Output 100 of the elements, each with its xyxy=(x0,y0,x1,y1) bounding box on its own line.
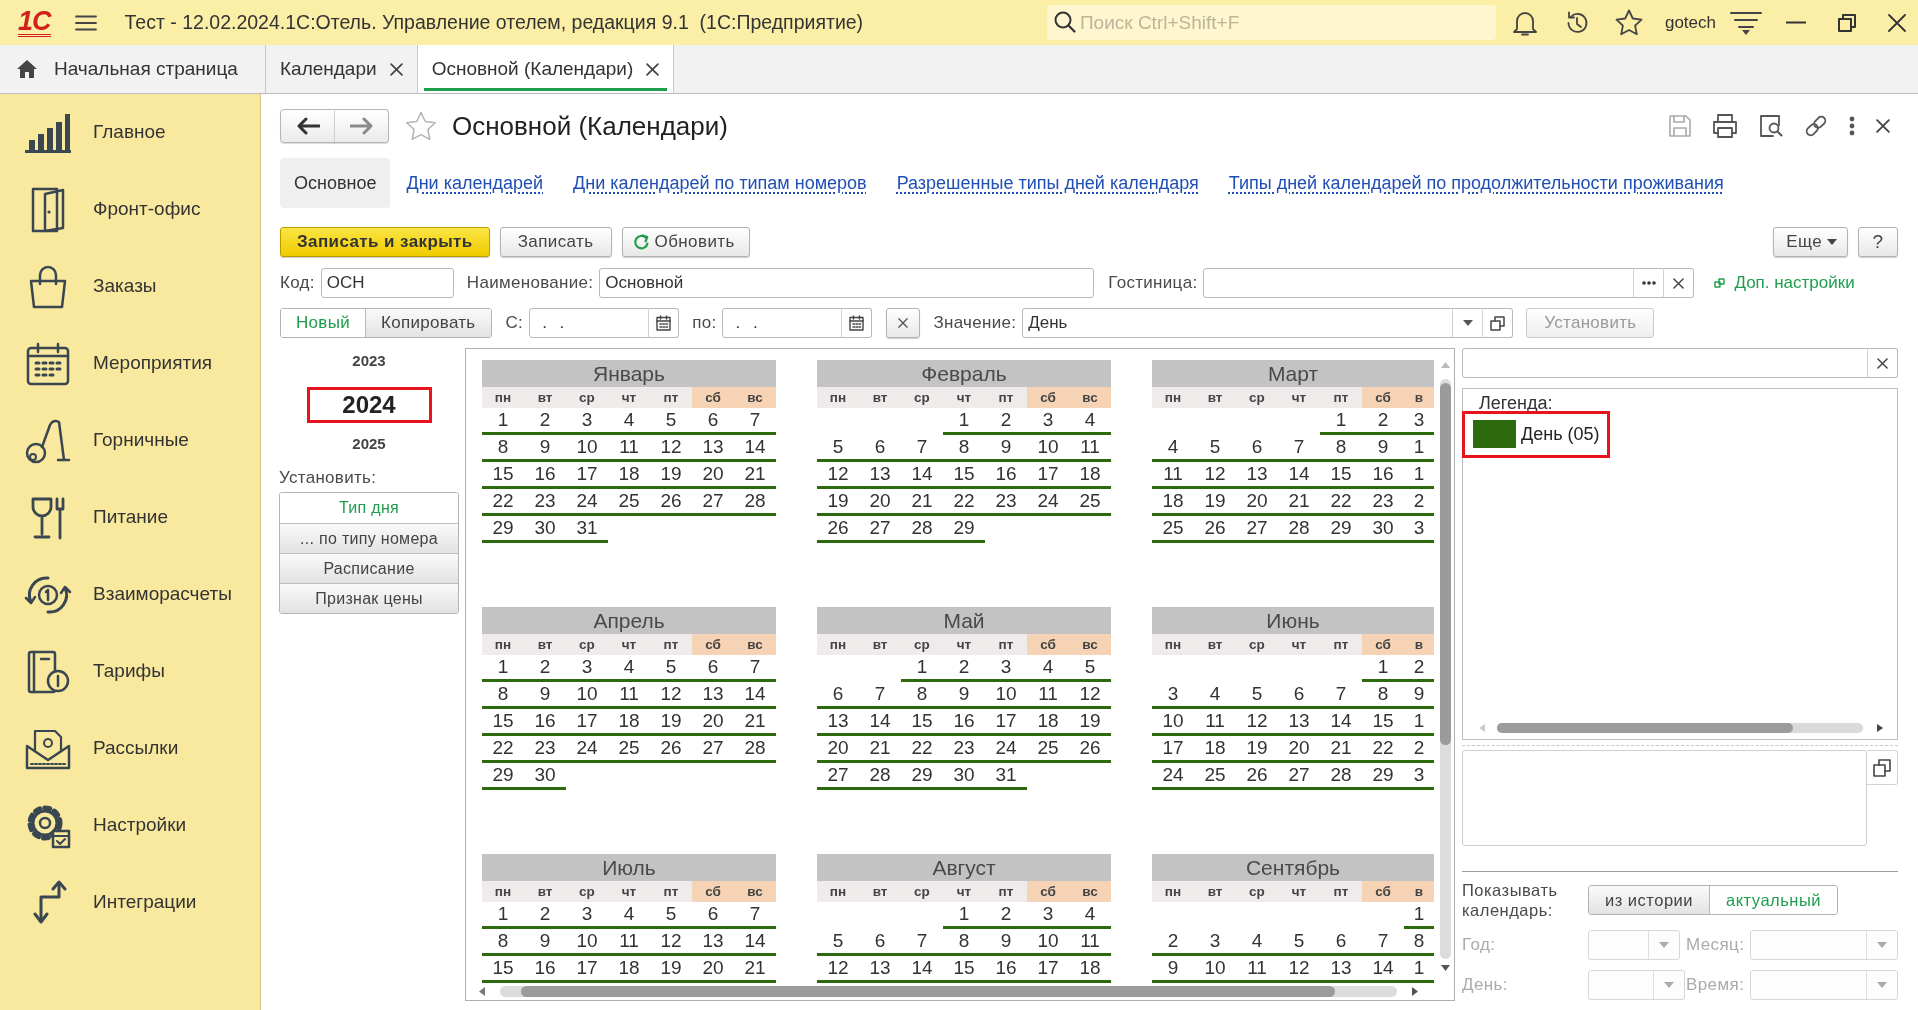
calendar-day[interactable]: 30 xyxy=(943,763,985,790)
calendar-day[interactable]: 17 xyxy=(566,709,608,736)
calendar-day[interactable]: 24 xyxy=(566,489,608,516)
calendar-day[interactable]: 9 xyxy=(1404,682,1434,709)
sidebar-item[interactable]: Заказы xyxy=(0,248,260,325)
calendar-day[interactable]: 4 xyxy=(1194,682,1236,709)
calendar-day[interactable]: 24 xyxy=(1152,763,1194,790)
calendar-day[interactable]: 10 xyxy=(1027,929,1069,956)
calendar-day[interactable]: 16 xyxy=(524,462,566,489)
calendar-day[interactable]: 21 xyxy=(734,462,776,489)
year-item[interactable]: 2024 xyxy=(306,387,432,423)
mode-button[interactable]: ... по типу номера xyxy=(280,523,458,553)
calendar-day[interactable]: 5 xyxy=(817,929,859,956)
calendar-day[interactable]: 21 xyxy=(859,736,901,763)
calendar-day[interactable]: 7 xyxy=(1320,682,1362,709)
calendar-button[interactable] xyxy=(841,308,873,338)
calendar-day[interactable]: 7 xyxy=(901,435,943,462)
calendar-day[interactable]: 26 xyxy=(817,516,859,543)
calendar-day[interactable]: 14 xyxy=(1362,956,1404,983)
calendar-day[interactable]: 13 xyxy=(692,929,734,956)
calendar-day[interactable]: 25 xyxy=(608,489,650,516)
calendar-day[interactable]: 7 xyxy=(901,929,943,956)
calendar-day[interactable]: 9 xyxy=(1362,435,1404,462)
calendar-day[interactable]: 23 xyxy=(1362,489,1404,516)
calendar-day[interactable]: 20 xyxy=(692,462,734,489)
sidebar-item[interactable]: Интеграции xyxy=(0,864,260,941)
calendar-day[interactable]: 1 xyxy=(482,902,524,929)
calendar-day[interactable]: 21 xyxy=(734,956,776,983)
calendar-day[interactable]: 8 xyxy=(1362,682,1404,709)
calendar-day[interactable]: 8 xyxy=(482,682,524,709)
calendar-day[interactable]: 1 xyxy=(1404,956,1434,983)
calendar-day[interactable]: 6 xyxy=(1236,435,1278,462)
calendar-day[interactable]: 15 xyxy=(943,956,985,983)
calendar-day[interactable]: 21 xyxy=(901,489,943,516)
calendar-day[interactable]: 5 xyxy=(1236,682,1278,709)
calendar-day[interactable]: 8 xyxy=(482,929,524,956)
calendar-day[interactable]: 6 xyxy=(817,682,859,709)
calendar-day[interactable]: 11 xyxy=(1152,462,1194,489)
calendar-day[interactable]: 15 xyxy=(1362,709,1404,736)
calendar-day[interactable]: 27 xyxy=(1278,763,1320,790)
calendar-day[interactable]: 28 xyxy=(734,489,776,516)
calendar-day[interactable]: 9 xyxy=(524,682,566,709)
calendar-day[interactable]: 19 xyxy=(1236,736,1278,763)
calendar-day[interactable]: 6 xyxy=(692,408,734,435)
calendar-day[interactable]: 2 xyxy=(1362,408,1404,435)
calendar-day[interactable]: 27 xyxy=(1236,516,1278,543)
calendar-day[interactable]: 29 xyxy=(482,516,524,543)
calendar-day[interactable]: 22 xyxy=(901,736,943,763)
calendar-day[interactable]: 6 xyxy=(1320,929,1362,956)
calendar-day[interactable]: 11 xyxy=(608,682,650,709)
tab[interactable]: Дни календарей по типам номеров xyxy=(558,158,882,208)
sidebar-item[interactable]: Мероприятия xyxy=(0,325,260,402)
date-field[interactable]: . . xyxy=(529,308,650,338)
tab[interactable]: Начальная страница xyxy=(0,45,266,93)
calendar-day[interactable]: 11 xyxy=(1027,682,1069,709)
open-button[interactable] xyxy=(1482,308,1514,338)
calendar-day[interactable]: 21 xyxy=(734,709,776,736)
calendar-day[interactable]: 17 xyxy=(1027,462,1069,489)
year-item[interactable]: 2025 xyxy=(349,431,389,457)
calendar-day[interactable]: 24 xyxy=(1027,489,1069,516)
tab[interactable]: Дни календарей xyxy=(391,158,558,208)
calendar-day[interactable]: 1 xyxy=(901,655,943,682)
calendar-day[interactable]: 6 xyxy=(859,929,901,956)
tab[interactable]: Типы дней календарей по продолжительности проживания xyxy=(1213,158,1739,208)
calendar-day[interactable]: 17 xyxy=(1027,956,1069,983)
calendar-day[interactable]: 28 xyxy=(859,763,901,790)
mode-button[interactable]: Признак цены xyxy=(280,583,458,613)
calendar-day[interactable]: 27 xyxy=(692,489,734,516)
close-icon[interactable] xyxy=(646,62,660,76)
calendar-day[interactable]: 2 xyxy=(1152,929,1194,956)
calendar-day[interactable]: 4 xyxy=(1236,929,1278,956)
calendar-day[interactable]: 10 xyxy=(1194,956,1236,983)
calendar-day[interactable]: 29 xyxy=(1362,763,1404,790)
calendar-day[interactable]: 8 xyxy=(943,435,985,462)
calendar-day[interactable]: 1 xyxy=(482,655,524,682)
calendar-day[interactable]: 15 xyxy=(482,956,524,983)
calendar-day[interactable]: 10 xyxy=(566,435,608,462)
calendar-day[interactable]: 12 xyxy=(817,956,859,983)
calendar-day[interactable]: 13 xyxy=(692,682,734,709)
calendar-day[interactable]: 23 xyxy=(524,489,566,516)
horizontal-scrollbar[interactable] xyxy=(1479,721,1883,735)
calendar-day[interactable]: 24 xyxy=(985,736,1027,763)
calendar-day[interactable]: 25 xyxy=(1152,516,1194,543)
calendar-day[interactable]: 28 xyxy=(1320,763,1362,790)
calendar-day[interactable]: 16 xyxy=(985,956,1027,983)
star-icon[interactable] xyxy=(405,111,437,141)
calendar-day[interactable]: 8 xyxy=(482,435,524,462)
calendar-day[interactable]: 5 xyxy=(650,408,692,435)
tab[interactable]: Календари xyxy=(266,45,418,93)
calendar-day[interactable]: 3 xyxy=(1404,516,1434,543)
open-button[interactable] xyxy=(1867,750,1898,785)
calendar-day[interactable]: 16 xyxy=(943,709,985,736)
calendar-day[interactable]: 22 xyxy=(943,489,985,516)
calendar-day[interactable]: 17 xyxy=(566,956,608,983)
sidebar-item[interactable]: Питание xyxy=(0,479,260,556)
restore-icon[interactable] xyxy=(1838,13,1856,32)
calendar-day[interactable]: 3 xyxy=(566,408,608,435)
code-field[interactable]: ОСН xyxy=(320,268,454,298)
mode-button[interactable]: Расписание xyxy=(280,553,458,583)
name-field[interactable]: Основной xyxy=(599,268,1095,298)
